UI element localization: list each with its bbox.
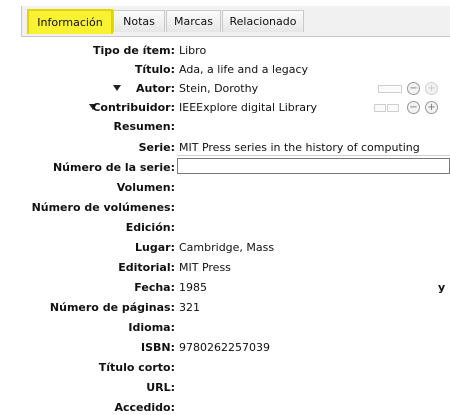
creator-mode-switch-icon[interactable] <box>387 104 399 112</box>
row-resumen: Resumen: <box>0 119 450 134</box>
row-accedido: Accedido: <box>0 400 450 415</box>
tab-relacionado[interactable]: Relacionado <box>222 10 304 32</box>
field-label-idioma: Idioma: <box>128 321 175 334</box>
field-label-num-volumenes: Número de volúmenes: <box>31 201 175 214</box>
row-titulo: Título: Ada, a life and a legacy <box>0 62 450 77</box>
creator-expand-triangle-icon[interactable] <box>113 85 121 91</box>
remove-creator-icon[interactable]: − <box>407 101 420 114</box>
row-contribuidor: Contribuidor: IEEExplore digital Library… <box>0 100 450 115</box>
add-creator-icon[interactable]: + <box>425 82 438 95</box>
row-edicion: Edición: <box>0 220 450 235</box>
field-label-tipo: Tipo de ítem: <box>92 44 175 57</box>
field-label-resumen: Resumen: <box>113 120 175 133</box>
remove-creator-icon[interactable]: − <box>407 82 420 95</box>
creator-mode-switch-icon[interactable] <box>374 104 386 112</box>
field-value-titulo[interactable]: Ada, a life and a legacy <box>179 62 308 77</box>
field-label-fecha: Fecha: <box>134 281 175 294</box>
field-label-accedido: Accedido: <box>114 401 176 414</box>
field-value-tipo[interactable]: Libro <box>179 43 206 58</box>
field-value-num-paginas[interactable]: 321 <box>179 300 200 315</box>
row-fecha: Fecha: 1985 y <box>0 280 450 295</box>
field-label-url: URL: <box>146 381 175 394</box>
field-value-serie[interactable]: MIT Press series in the history of compu… <box>179 140 420 155</box>
field-label-editorial: Editorial: <box>118 261 175 274</box>
row-isbn: ISBN: 9780262257039 <box>0 340 450 355</box>
field-value-editorial[interactable]: MIT Press <box>179 260 231 275</box>
field-value-fecha[interactable]: 1985 <box>179 280 207 295</box>
row-num-volumenes: Número de volúmenes: <box>0 200 450 215</box>
field-label-titulo: Título: <box>134 63 175 76</box>
field-value-contribuidor[interactable]: IEEExplore digital Library <box>179 100 317 115</box>
tab-marcas[interactable]: Marcas <box>166 10 221 32</box>
field-label-lugar: Lugar: <box>135 241 175 254</box>
field-label-num-paginas: Número de páginas: <box>49 301 175 314</box>
field-label-edicion: Edición: <box>125 221 175 234</box>
series-number-input[interactable] <box>177 158 450 174</box>
row-volumen: Volumen: <box>0 180 450 195</box>
date-format-indicator: y <box>438 281 446 294</box>
tab-bar: Información Notas Marcas Relacionado <box>21 6 450 37</box>
tab-informacion[interactable]: Información <box>27 9 113 34</box>
creator-mode-switch-icon[interactable] <box>378 85 402 93</box>
field-label-numero-serie: Número de la serie: <box>52 161 175 174</box>
tab-notas[interactable]: Notas <box>113 10 165 32</box>
field-value-lugar[interactable]: Cambridge, Mass <box>179 240 274 255</box>
row-idioma: Idioma: <box>0 320 450 335</box>
row-tipo: Tipo de ítem: Libro <box>0 43 450 58</box>
field-label-isbn: ISBN: <box>140 341 175 354</box>
field-label-serie: Serie: <box>138 141 175 154</box>
row-num-paginas: Número de páginas: 321 <box>0 300 450 315</box>
field-label-contribuidor[interactable]: Contribuidor: <box>92 100 175 115</box>
row-url: URL: <box>0 380 450 395</box>
row-autor: Autor: Stein, Dorothy − + <box>0 81 450 96</box>
field-label-volumen: Volumen: <box>116 181 175 194</box>
row-serie: Serie: MIT Press series in the history o… <box>0 140 450 156</box>
field-value-isbn[interactable]: 9780262257039 <box>179 340 270 355</box>
field-label-titulo-corto: Título corto: <box>98 361 175 374</box>
row-titulo-corto: Título corto: <box>0 360 450 375</box>
field-value-autor[interactable]: Stein, Dorothy <box>179 81 258 96</box>
field-label-autor[interactable]: Autor: <box>136 81 175 96</box>
row-editorial: Editorial: MIT Press <box>0 260 450 275</box>
field-separator <box>177 155 450 156</box>
add-creator-icon[interactable]: + <box>425 101 438 114</box>
row-lugar: Lugar: Cambridge, Mass <box>0 240 450 255</box>
row-numero-serie: Número de la serie: <box>0 158 450 175</box>
